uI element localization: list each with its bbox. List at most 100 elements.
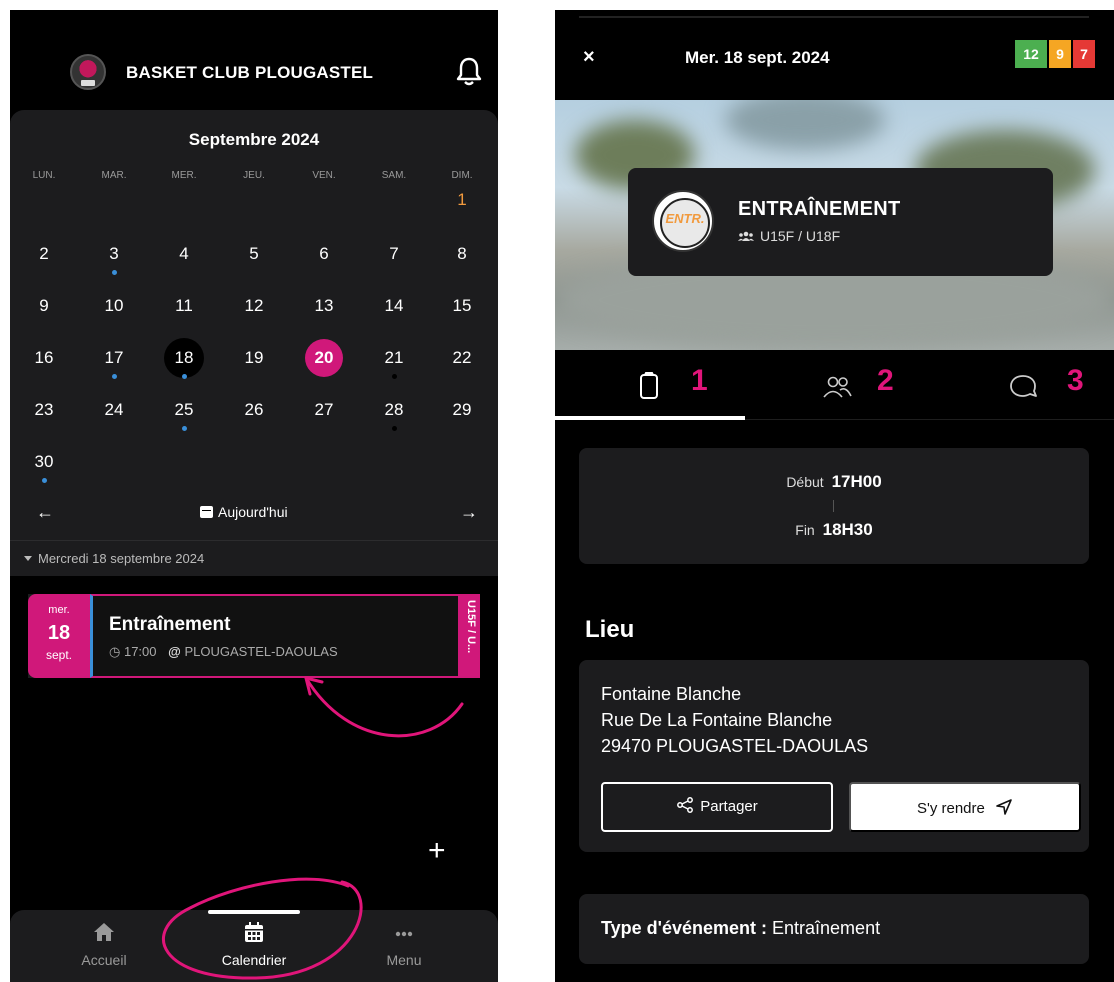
calendar-day-2[interactable]: 2 [24, 234, 64, 274]
event-date-badge: mer. 18 sept. [28, 594, 90, 678]
event-list-item[interactable]: mer. 18 sept. Entraînement ◷ 17:00 @ PLO… [28, 594, 480, 678]
tab-participants[interactable]: 2 [741, 350, 927, 420]
calendar-day-29[interactable]: 29 [442, 390, 482, 430]
event-title: Entraînement [109, 614, 231, 635]
calendar-day-19[interactable]: 19 [234, 338, 274, 378]
directions-button-label: S'y rendre [916, 800, 985, 817]
calendar-mini-icon [200, 506, 213, 518]
event-time: 17:00 [123, 644, 157, 659]
calendar-day-12[interactable]: 12 [234, 286, 274, 326]
event-indicator-dot [112, 374, 117, 379]
time-arrow-icon [833, 500, 834, 512]
close-icon[interactable]: × [583, 46, 595, 69]
address-line-2: Rue De La Fontaine Blanche [601, 710, 833, 730]
calendar-day-13[interactable]: 13 [304, 286, 344, 326]
tab-number-2: 2 [877, 364, 894, 397]
start-label: Début [786, 474, 824, 490]
tab-details[interactable]: 1 [555, 350, 741, 420]
calendar-day-5[interactable]: 5 [234, 234, 274, 274]
tab-number-1: 1 [691, 364, 708, 397]
attendance-counter: 7 [1073, 40, 1095, 68]
event-type-row: Type d'événement : Entraînement [601, 918, 880, 939]
event-header-title: ENTRAÎNEMENT [738, 198, 901, 220]
detail-tabs: 1 2 3 [555, 350, 1114, 420]
event-header-teams-label: U15F / U18F [760, 228, 841, 244]
calendar-day-7[interactable]: 7 [374, 234, 414, 274]
bell-icon[interactable] [456, 56, 482, 86]
date-section-label: Mercredi 18 septembre 2024 [23, 551, 205, 566]
share-button[interactable]: Partager [601, 782, 833, 832]
event-weekday: mer. [48, 604, 70, 616]
event-meta: ◷ 17:00 @ PLOUGASTEL-DAOULAS [109, 644, 338, 660]
calendar-day-14[interactable]: 14 [374, 286, 414, 326]
add-event-plus-icon[interactable]: + [428, 836, 446, 866]
calendar-day-9[interactable]: 9 [24, 286, 64, 326]
event-header-card: ENTR. ENTRAÎNEMENT U15F / U18F [628, 168, 1053, 276]
calendar-day-17[interactable]: 17 [94, 338, 134, 378]
hero-blur-hoop [725, 100, 885, 150]
calendar-day-22[interactable]: 22 [442, 338, 482, 378]
at-icon: @ [168, 644, 181, 659]
calendar-day-28[interactable]: 28 [374, 390, 414, 430]
calendar-day-30[interactable]: 30 [24, 442, 64, 482]
calendar-day-1[interactable]: 1 [442, 180, 482, 220]
tab-chat[interactable]: 3 [927, 350, 1113, 420]
training-badge-icon: ENTR. [652, 190, 714, 252]
event-team-tag: U15F / U... [460, 594, 480, 678]
attendance-counter: 12 [1015, 40, 1047, 68]
people-icon [823, 376, 852, 398]
place-heading: Lieu [585, 616, 635, 643]
end-label: Fin [795, 522, 815, 538]
calendar-day-10[interactable]: 10 [94, 286, 134, 326]
calendar-day-23[interactable]: 23 [24, 390, 64, 430]
nav-item-accueil[interactable]: Accueil [44, 920, 164, 968]
calendar-day-3[interactable]: 3 [94, 234, 134, 274]
nav-label-menu: Menu [386, 952, 422, 968]
event-type-card: Type d'événement : Entraînement [579, 894, 1089, 964]
event-day: 18 [47, 622, 71, 644]
event-type-value: Entraînement [772, 918, 881, 938]
nav-item-menu[interactable]: Menu [344, 920, 464, 968]
calendar-day-15[interactable]: 15 [442, 286, 482, 326]
event-detail-screen: × Mer. 18 sept. 2024 12 9 7 ENTR. ENTRAÎNE… [555, 10, 1114, 982]
calendar-day-25[interactable]: 25 [164, 390, 204, 430]
event-indicator-dot [112, 270, 117, 275]
calendar-day-6[interactable]: 6 [304, 234, 344, 274]
calendar-day-20[interactable]: 20 [305, 339, 343, 377]
directions-button[interactable]: S'y rendre [849, 782, 1081, 832]
screenshot-stage: BASKET CLUB PLOUGASTEL Septembre 2024 LU… [0, 0, 1114, 982]
place-card: Fontaine Blanche Rue De La Fontaine Blan… [579, 660, 1089, 852]
calendar-nav-row: ← Aujourd'hui → [10, 502, 498, 526]
calendar-day-18[interactable]: 18 [164, 338, 204, 378]
today-button[interactable]: Aujourd'hui [200, 504, 288, 520]
nav-item-calendrier[interactable]: Calendrier [194, 920, 314, 968]
calendar-day-24[interactable]: 24 [94, 390, 134, 430]
next-month-arrow-icon[interactable]: → [460, 502, 478, 523]
share-button-label: Partager [700, 798, 758, 815]
calendar-day-27[interactable]: 27 [304, 390, 344, 430]
calendar-day-16[interactable]: 16 [24, 338, 64, 378]
end-time-row: Fin 18H30 [579, 520, 1089, 540]
calendar-day-26[interactable]: 26 [234, 390, 274, 430]
calendar-day-21[interactable]: 21 [374, 338, 414, 378]
calendar-day-8[interactable]: 8 [442, 234, 482, 274]
group-icon [738, 231, 754, 241]
top-divider [579, 16, 1089, 18]
start-time-row: Début 17H00 [579, 472, 1089, 492]
calendar-screen: BASKET CLUB PLOUGASTEL Septembre 2024 LU… [10, 10, 498, 982]
prev-month-arrow-icon[interactable]: ← [36, 502, 54, 523]
time-card: Début 17H00 Fin 18H30 [579, 448, 1089, 564]
active-tab-underline [555, 416, 745, 420]
date-section-header[interactable]: Mercredi 18 septembre 2024 [10, 540, 498, 576]
calendar-day-11[interactable]: 11 [164, 286, 204, 326]
event-type-label: Type d'événement : [601, 918, 767, 938]
annotation-arrow-head [304, 676, 324, 696]
bottom-navigation: Accueil Calendrier Menu [10, 910, 498, 982]
calendar-day-4[interactable]: 4 [164, 234, 204, 274]
annotation-arrow-curve [304, 676, 464, 738]
event-indicator-dot [42, 478, 47, 483]
event-location: PLOUGASTEL-DAOULAS [184, 644, 338, 659]
attendance-counter: 9 [1049, 40, 1071, 68]
clipboard-icon [640, 372, 658, 399]
active-tab-indicator [208, 910, 300, 914]
